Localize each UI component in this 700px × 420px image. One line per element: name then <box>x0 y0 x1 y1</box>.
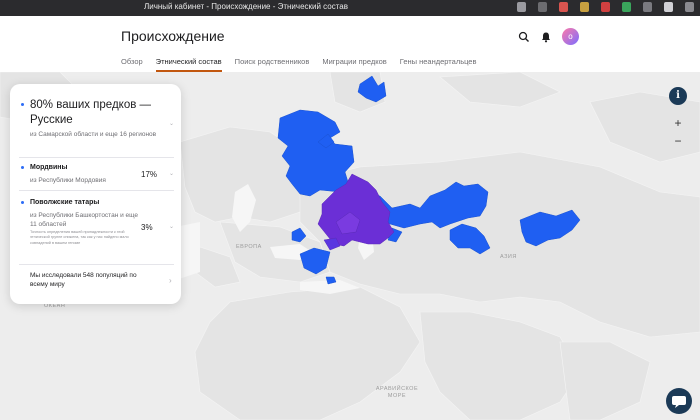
ethnicity-item-percent: 17% <box>141 170 158 179</box>
bookmark-icon[interactable] <box>517 2 526 12</box>
bullet-dot <box>21 103 24 106</box>
primary-ancestry-title[interactable]: 80% ваших предков — Русские <box>30 98 160 128</box>
accuracy-note: Точность определения вашей принадлежност… <box>30 230 129 245</box>
search-icon[interactable] <box>518 30 530 48</box>
window-title: Личный кабинет - Происхождение - Этничес… <box>144 2 348 11</box>
map-label-asia: АЗИЯ <box>500 254 517 260</box>
extension-icon[interactable] <box>580 2 589 12</box>
tab-overview[interactable]: Обзор <box>121 57 143 72</box>
zoom-in-button[interactable]: + <box>673 116 683 130</box>
extension-icon[interactable] <box>538 2 547 12</box>
page-title: Происхождение <box>121 28 225 44</box>
chevron-right-icon[interactable]: › <box>169 276 172 285</box>
divider <box>19 157 174 158</box>
ethnicity-panel: 80% ваших предков — Русские из Самарской… <box>10 84 181 304</box>
bell-icon[interactable] <box>540 30 552 48</box>
divider <box>19 190 174 191</box>
divider <box>19 264 174 265</box>
avatar[interactable]: о <box>562 28 579 45</box>
ethnicity-item-subtitle: из Республики Башкортостан и еще 11 обла… <box>30 212 139 228</box>
chevron-down-icon[interactable]: ⌄ <box>169 120 174 127</box>
browser-titlebar: Личный кабинет - Происхождение - Этничес… <box>0 0 700 16</box>
tab-ancestor-migrations[interactable]: Миграции предков <box>322 57 386 72</box>
extension-icon[interactable] <box>601 2 610 12</box>
ethnicity-item-title[interactable]: Поволжские татары <box>30 199 99 206</box>
bullet-dot <box>21 201 24 204</box>
tab-relatives-search[interactable]: Поиск родственников <box>235 57 310 72</box>
ethnicity-item-subtitle: из Республики Мордовия <box>30 177 106 184</box>
tab-neanderthal-genes[interactable]: Гены неандертальцев <box>400 57 477 72</box>
browser-extension-icons <box>517 2 694 12</box>
primary-ancestry-subtitle: из Самарской области и еще 16 регионов <box>30 131 157 138</box>
ethnicity-item-title[interactable]: Мордвины <box>30 164 67 171</box>
tab-bar: Обзор Этнический состав Поиск родственни… <box>121 57 489 72</box>
populations-studied-link[interactable]: Мы исследовали 548 популяций по всему ми… <box>30 271 150 289</box>
page-header: Происхождение Обзор Этнический состав По… <box>0 16 700 72</box>
extension-icon[interactable] <box>622 2 631 12</box>
chevron-down-icon[interactable]: ⌄ <box>169 170 174 177</box>
tab-ethnic-composition[interactable]: Этнический состав <box>155 57 222 72</box>
extension-icon[interactable] <box>643 2 652 12</box>
extension-icon[interactable] <box>559 2 568 12</box>
bullet-dot <box>21 166 24 169</box>
extension-icon[interactable] <box>685 2 694 12</box>
info-icon[interactable]: i <box>669 87 687 105</box>
chat-icon <box>672 396 686 408</box>
chevron-down-icon[interactable]: ⌄ <box>169 223 174 230</box>
zoom-out-button[interactable]: − <box>673 134 683 148</box>
map-label-europe: ЕВРОПА <box>236 244 262 250</box>
extension-icon[interactable] <box>664 2 673 12</box>
map-label-arabian-sea: АРАВИЙСКОЕ МОРЕ <box>375 386 419 399</box>
chat-button[interactable] <box>666 388 692 414</box>
